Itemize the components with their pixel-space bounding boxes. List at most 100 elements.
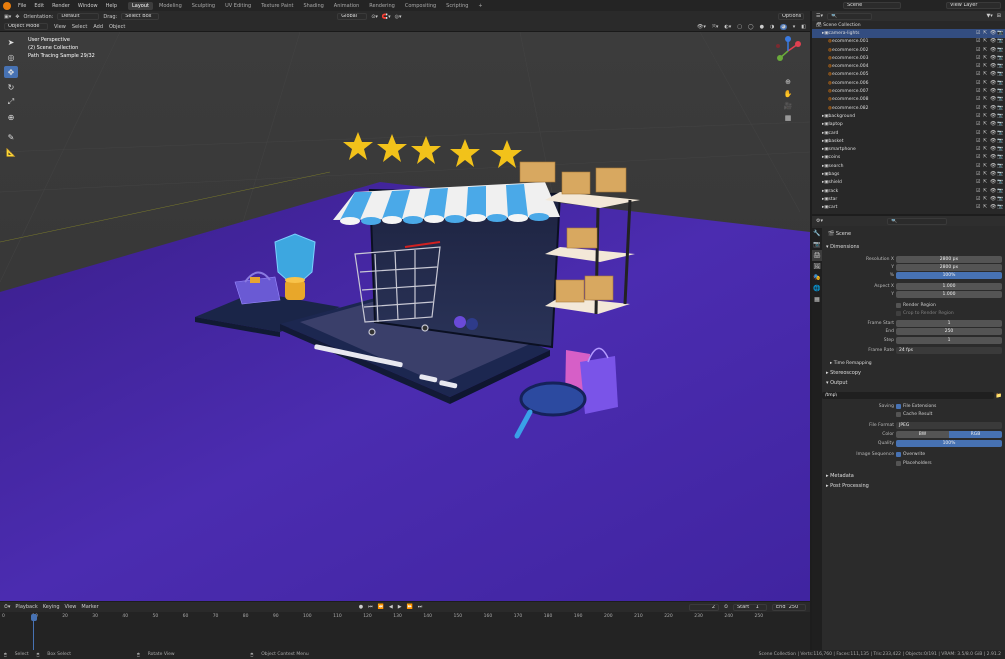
camera-toggle-icon[interactable]: 📷 [997,138,1003,144]
properties-editor-icon[interactable]: ⚙▾ [816,218,823,224]
outliner-row[interactable]: ▸ ▣ laptop ☑ ⇱ 👁 📷 [812,121,1005,129]
check-toggle-icon[interactable]: ☑ [976,80,981,86]
eye-toggle-icon[interactable]: 👁 [990,180,996,185]
camera-toggle-icon[interactable]: 📷 [997,64,1003,69]
crop-checkbox[interactable] [896,311,901,316]
menu-marker[interactable]: Marker [81,604,98,610]
camera-toggle-icon[interactable]: 📷 [997,205,1003,210]
frame-start-field[interactable]: 1 [896,320,1002,327]
menu-help[interactable]: Help [102,3,121,9]
aspect-y-field[interactable]: 1.000 [896,291,1002,298]
check-toggle-icon[interactable]: ☑ [976,138,981,144]
camera-toggle-icon[interactable]: 📷 [997,89,1003,94]
select-tool-icon[interactable]: ➤ [4,36,18,48]
output-path-field[interactable]: /tmp\ [822,392,994,399]
outliner-row[interactable]: ▸ ▣ bags ☑ ⇱ 👁 📷 [812,170,1005,178]
menu-add[interactable]: Add [93,24,103,30]
menu-playback[interactable]: Playback [15,604,37,610]
eye-toggle-icon[interactable]: 👁 [990,155,996,160]
eye-toggle-icon[interactable]: 👁 [990,64,996,69]
scale-tool-icon[interactable]: ⤢ [4,96,18,108]
metadata-header[interactable]: ▸ Metadata [826,473,854,479]
resolution-y-field[interactable]: 2800 px [896,264,1002,271]
outliner-row[interactable]: ◍ ecommerce.005 ☑ ⇱ 👁 📷 [812,71,1005,79]
tab-rendering[interactable]: Rendering [365,2,399,10]
camera-toggle-icon[interactable]: 📷 [997,39,1003,44]
outliner-root[interactable]: 🗃 Scene Collection [812,21,1005,29]
playhead[interactable] [31,614,37,621]
add-workspace-icon[interactable]: + [474,2,486,10]
select-toggle-icon[interactable]: ⇱ [983,47,988,53]
select-toggle-icon[interactable]: ⇱ [983,30,988,36]
properties-search-input[interactable]: 🔍 [887,217,947,225]
check-toggle-icon[interactable]: ☑ [976,196,981,202]
tab-modeling[interactable]: Modeling [155,2,186,10]
outliner-row[interactable]: ▸ ▣ smartphone ☑ ⇱ 👁 📷 [812,145,1005,153]
blender-logo-icon[interactable] [3,1,11,10]
check-toggle-icon[interactable]: ☑ [976,113,981,119]
check-toggle-icon[interactable]: ☑ [976,64,981,69]
eye-toggle-icon[interactable]: 👁 [990,47,996,53]
shading-options-icon[interactable]: ▾ [793,24,796,30]
mode-dropdown[interactable]: Object Mode [4,23,48,30]
jump-end-icon[interactable]: ⏭ [418,604,423,610]
outliner-row[interactable]: ◍ ecommerce.082 ☑ ⇱ 👁 📷 [812,104,1005,112]
check-toggle-icon[interactable]: ☑ [976,147,981,152]
outliner-row[interactable]: ◍ ecommerce.001 ☑ ⇱ 👁 📷 [812,38,1005,46]
select-toggle-icon[interactable]: ⇱ [983,138,988,144]
eye-toggle-icon[interactable]: 👁 [990,147,996,152]
select-toggle-icon[interactable]: ⇱ [983,196,988,202]
select-toggle-icon[interactable]: ⇱ [983,89,988,94]
eye-toggle-icon[interactable]: 👁 [990,138,996,144]
post-processing-header[interactable]: ▸ Post Processing [826,483,869,489]
menu-window[interactable]: Window [74,3,102,9]
camera-toggle-icon[interactable]: 📷 [997,80,1003,86]
eye-toggle-icon[interactable]: 👁 [990,80,996,86]
check-toggle-icon[interactable]: ☑ [976,188,981,194]
time-remapping-header[interactable]: ▸ Time Remapping [830,361,872,366]
select-toggle-icon[interactable]: ⇱ [983,155,988,160]
camera-toggle-icon[interactable]: 📷 [997,122,1003,127]
camera-toggle-icon[interactable]: 📷 [997,113,1003,119]
placeholders-checkbox[interactable] [896,461,901,466]
menu-keying[interactable]: Keying [43,604,60,610]
camera-toggle-icon[interactable]: 📷 [997,105,1003,111]
navigation-gizmo[interactable]: ⊕ ✋ 🎥 ▦ [770,36,806,126]
rotate-tool-icon[interactable]: ↻ [4,81,18,93]
color-bw-button[interactable]: BW [896,431,949,438]
render-region-row[interactable]: Render Region [822,302,1002,309]
select-toggle-icon[interactable]: ⇱ [983,147,988,152]
frame-end-field[interactable]: 250 [896,328,1002,335]
eye-toggle-icon[interactable]: 👁 [990,39,996,44]
check-toggle-icon[interactable]: ☑ [976,105,981,111]
tab-layout[interactable]: Layout [128,1,153,10]
outliner-editor-icon[interactable]: ☰▾ [816,13,823,19]
select-toggle-icon[interactable]: ⇱ [983,97,988,102]
tool-tab-icon[interactable]: 🔧 [812,228,822,239]
eye-toggle-icon[interactable]: 👁 [990,72,996,77]
check-toggle-icon[interactable]: ☑ [976,55,981,61]
camera-toggle-icon[interactable]: 📷 [997,130,1003,136]
timeline-body[interactable]: 0102030405060708090100110120130140150160… [0,612,810,650]
camera-toggle-icon[interactable]: 📷 [997,97,1003,102]
outliner-row[interactable]: ▸ ▣ background ☑ ⇱ 👁 📷 [812,112,1005,120]
eye-toggle-icon[interactable]: 👁 [990,122,996,127]
select-toggle-icon[interactable]: ⇱ [983,55,988,61]
play-reverse-icon[interactable]: ◀ [389,604,393,610]
eye-toggle-icon[interactable]: 👁 [990,30,996,36]
play-icon[interactable]: ▶ [398,604,402,610]
check-toggle-icon[interactable]: ☑ [976,72,981,77]
aspect-x-field[interactable]: 1.000 [896,283,1002,290]
render-region-checkbox[interactable] [896,303,901,308]
check-toggle-icon[interactable]: ☑ [976,155,981,160]
eye-toggle-icon[interactable]: 👁 [990,163,996,169]
3d-viewport[interactable] [0,32,810,601]
select-toggle-icon[interactable]: ⇱ [983,80,988,86]
frame-step-field[interactable]: 1 [896,337,1002,344]
check-toggle-icon[interactable]: ☑ [976,171,981,177]
view-object-types-icon[interactable]: 👁▾ [697,24,706,30]
outliner-row[interactable]: ◍ ecommerce.004 ☑ ⇱ 👁 📷 [812,62,1005,70]
select-toggle-icon[interactable]: ⇱ [983,205,988,210]
start-frame-field[interactable]: Start 1 [733,603,767,611]
outliner-row[interactable]: ◍ ecommerce.007 ☑ ⇱ 👁 📷 [812,87,1005,95]
